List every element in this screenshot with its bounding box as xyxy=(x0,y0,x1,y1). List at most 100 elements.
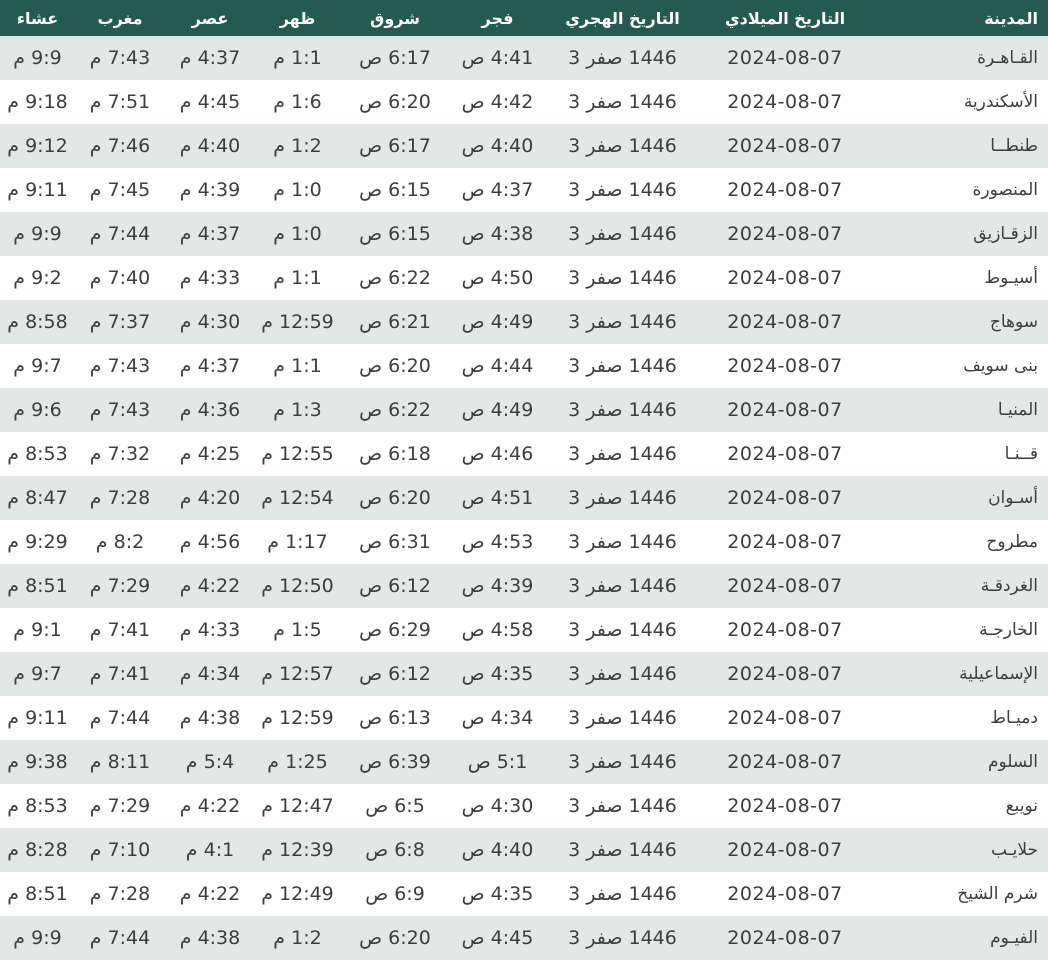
hijri-date: 3 صفر 1446 xyxy=(551,267,694,289)
prayer-times-table: المدينة التاريخ الميلادي التاريخ الهجري فجر… xyxy=(0,0,1048,960)
cell-asr: 4:22 م xyxy=(179,575,241,597)
hijri-date: 3 صفر 1446 xyxy=(551,443,694,465)
hijri-day: 3 xyxy=(568,883,581,905)
hijri-month: صفر xyxy=(586,135,623,157)
hijri-month: صفر xyxy=(586,707,623,729)
hijri-year: 1446 xyxy=(628,399,677,421)
hijri-date: 3 صفر 1446 xyxy=(551,619,694,641)
hijri-day: 3 xyxy=(568,839,581,861)
cell-maghrib: 7:44 م xyxy=(89,223,151,245)
cell-city: طنطــا xyxy=(990,136,1038,156)
cell-maghrib: 7:40 م xyxy=(89,267,151,289)
hijri-day: 3 xyxy=(568,575,581,597)
column-header-city: المدينة xyxy=(870,0,1048,36)
cell-shuruq: 6:20 ص xyxy=(359,487,431,509)
cell-fajr: 4:49 ص xyxy=(461,399,534,421)
cell-shuruq: 6:20 ص xyxy=(359,91,431,113)
hijri-day: 3 xyxy=(568,487,581,509)
cell-asr: 4:37 م xyxy=(179,223,241,245)
cell-maghrib: 7:29 م xyxy=(89,575,151,597)
hijri-month: صفر xyxy=(586,575,623,597)
hijri-date: 3 صفر 1446 xyxy=(551,575,694,597)
cell-dhuhr: 1:0 م xyxy=(273,179,322,201)
hijri-year: 1446 xyxy=(628,91,677,113)
cell-maghrib: 7:45 م xyxy=(89,179,151,201)
cell-asr: 4:38 م xyxy=(179,707,241,729)
hijri-year: 1446 xyxy=(628,883,677,905)
cell-isha: 9:29 م xyxy=(7,531,68,553)
cell-shuruq: 6:20 ص xyxy=(359,927,431,949)
cell-asr: 4:25 م xyxy=(179,443,241,465)
table-row: السلوم 2024-08-07 3 صفر 1446 5:1 ص 6:39 ص 1:25 … xyxy=(0,740,1048,784)
cell-asr: 4:40 م xyxy=(179,135,241,157)
cell-city: المنيـا xyxy=(997,400,1038,420)
hijri-month: صفر xyxy=(586,663,623,685)
cell-hijri: 3 صفر 1446 xyxy=(545,168,700,212)
cell-gregorian: 2024-08-07 xyxy=(727,927,843,949)
hijri-year: 1446 xyxy=(628,927,677,949)
cell-city: بنى سويف xyxy=(963,356,1038,376)
cell-fajr: 4:38 ص xyxy=(461,223,534,245)
cell-fajr: 4:53 ص xyxy=(461,531,534,553)
cell-shuruq: 6:31 ص xyxy=(359,531,431,553)
cell-city: شرم الشيخ xyxy=(957,884,1038,904)
header-row: المدينة التاريخ الميلادي التاريخ الهجري فجر… xyxy=(0,0,1048,36)
cell-hijri: 3 صفر 1446 xyxy=(545,388,700,432)
hijri-month: صفر xyxy=(586,619,623,641)
cell-city: السلوم xyxy=(987,752,1038,772)
cell-shuruq: 6:18 ص xyxy=(359,443,431,465)
column-header-asr: عصر xyxy=(165,0,255,36)
hijri-year: 1446 xyxy=(628,223,677,245)
cell-city: دميـاط xyxy=(990,708,1038,728)
cell-fajr: 4:49 ص xyxy=(461,311,534,333)
cell-maghrib: 7:43 م xyxy=(89,355,151,377)
cell-hijri: 3 صفر 1446 xyxy=(545,476,700,520)
cell-gregorian: 2024-08-07 xyxy=(727,179,843,201)
cell-maghrib: 7:28 م xyxy=(89,883,151,905)
cell-dhuhr: 1:2 م xyxy=(273,135,322,157)
cell-asr: 4:30 م xyxy=(179,311,241,333)
cell-gregorian: 2024-08-07 xyxy=(727,575,843,597)
hijri-year: 1446 xyxy=(628,311,677,333)
cell-city: أسـوان xyxy=(988,488,1038,508)
cell-gregorian: 2024-08-07 xyxy=(727,619,843,641)
cell-fajr: 4:46 ص xyxy=(461,443,534,465)
table-row: بنى سويف 2024-08-07 3 صفر 1446 4:44 ص 6:20 ص 1:… xyxy=(0,344,1048,388)
hijri-date: 3 صفر 1446 xyxy=(551,311,694,333)
cell-city: الإسماعيلية xyxy=(959,664,1038,684)
cell-dhuhr: 1:1 م xyxy=(273,47,322,69)
cell-shuruq: 6:9 ص xyxy=(365,883,425,905)
table-row: الفيـوم 2024-08-07 3 صفر 1446 4:45 ص 6:20 ص 1:2… xyxy=(0,916,1048,960)
table-row: دميـاط 2024-08-07 3 صفر 1446 4:34 ص 6:13 ص 12:5… xyxy=(0,696,1048,740)
cell-city: سوهاج xyxy=(989,312,1038,332)
cell-gregorian: 2024-08-07 xyxy=(727,355,843,377)
hijri-month: صفر xyxy=(586,91,623,113)
hijri-month: صفر xyxy=(586,795,623,817)
hijri-year: 1446 xyxy=(628,47,677,69)
cell-gregorian: 2024-08-07 xyxy=(727,311,843,333)
cell-hijri: 3 صفر 1446 xyxy=(545,872,700,916)
cell-isha: 9:7 م xyxy=(13,663,62,685)
hijri-date: 3 صفر 1446 xyxy=(551,91,694,113)
cell-maghrib: 7:32 م xyxy=(89,443,151,465)
cell-city: حلايـب xyxy=(990,840,1038,860)
hijri-day: 3 xyxy=(568,91,581,113)
cell-dhuhr: 12:59 م xyxy=(261,311,334,333)
hijri-day: 3 xyxy=(568,179,581,201)
cell-fajr: 4:35 ص xyxy=(461,663,534,685)
cell-gregorian: 2024-08-07 xyxy=(727,223,843,245)
cell-isha: 9:11 م xyxy=(7,707,68,729)
cell-city: قــنـا xyxy=(1004,444,1038,464)
hijri-month: صفر xyxy=(586,399,623,421)
cell-maghrib: 7:10 م xyxy=(89,839,151,861)
hijri-day: 3 xyxy=(568,795,581,817)
hijri-date: 3 صفر 1446 xyxy=(551,927,694,949)
cell-isha: 8:58 م xyxy=(7,311,68,333)
column-header-fajr: فجر xyxy=(450,0,545,36)
cell-isha: 9:9 م xyxy=(13,223,62,245)
cell-asr: 4:33 م xyxy=(179,267,241,289)
cell-isha: 9:38 م xyxy=(7,751,68,773)
hijri-year: 1446 xyxy=(628,135,677,157)
cell-shuruq: 6:21 ص xyxy=(359,311,431,333)
cell-maghrib: 7:41 م xyxy=(89,619,151,641)
